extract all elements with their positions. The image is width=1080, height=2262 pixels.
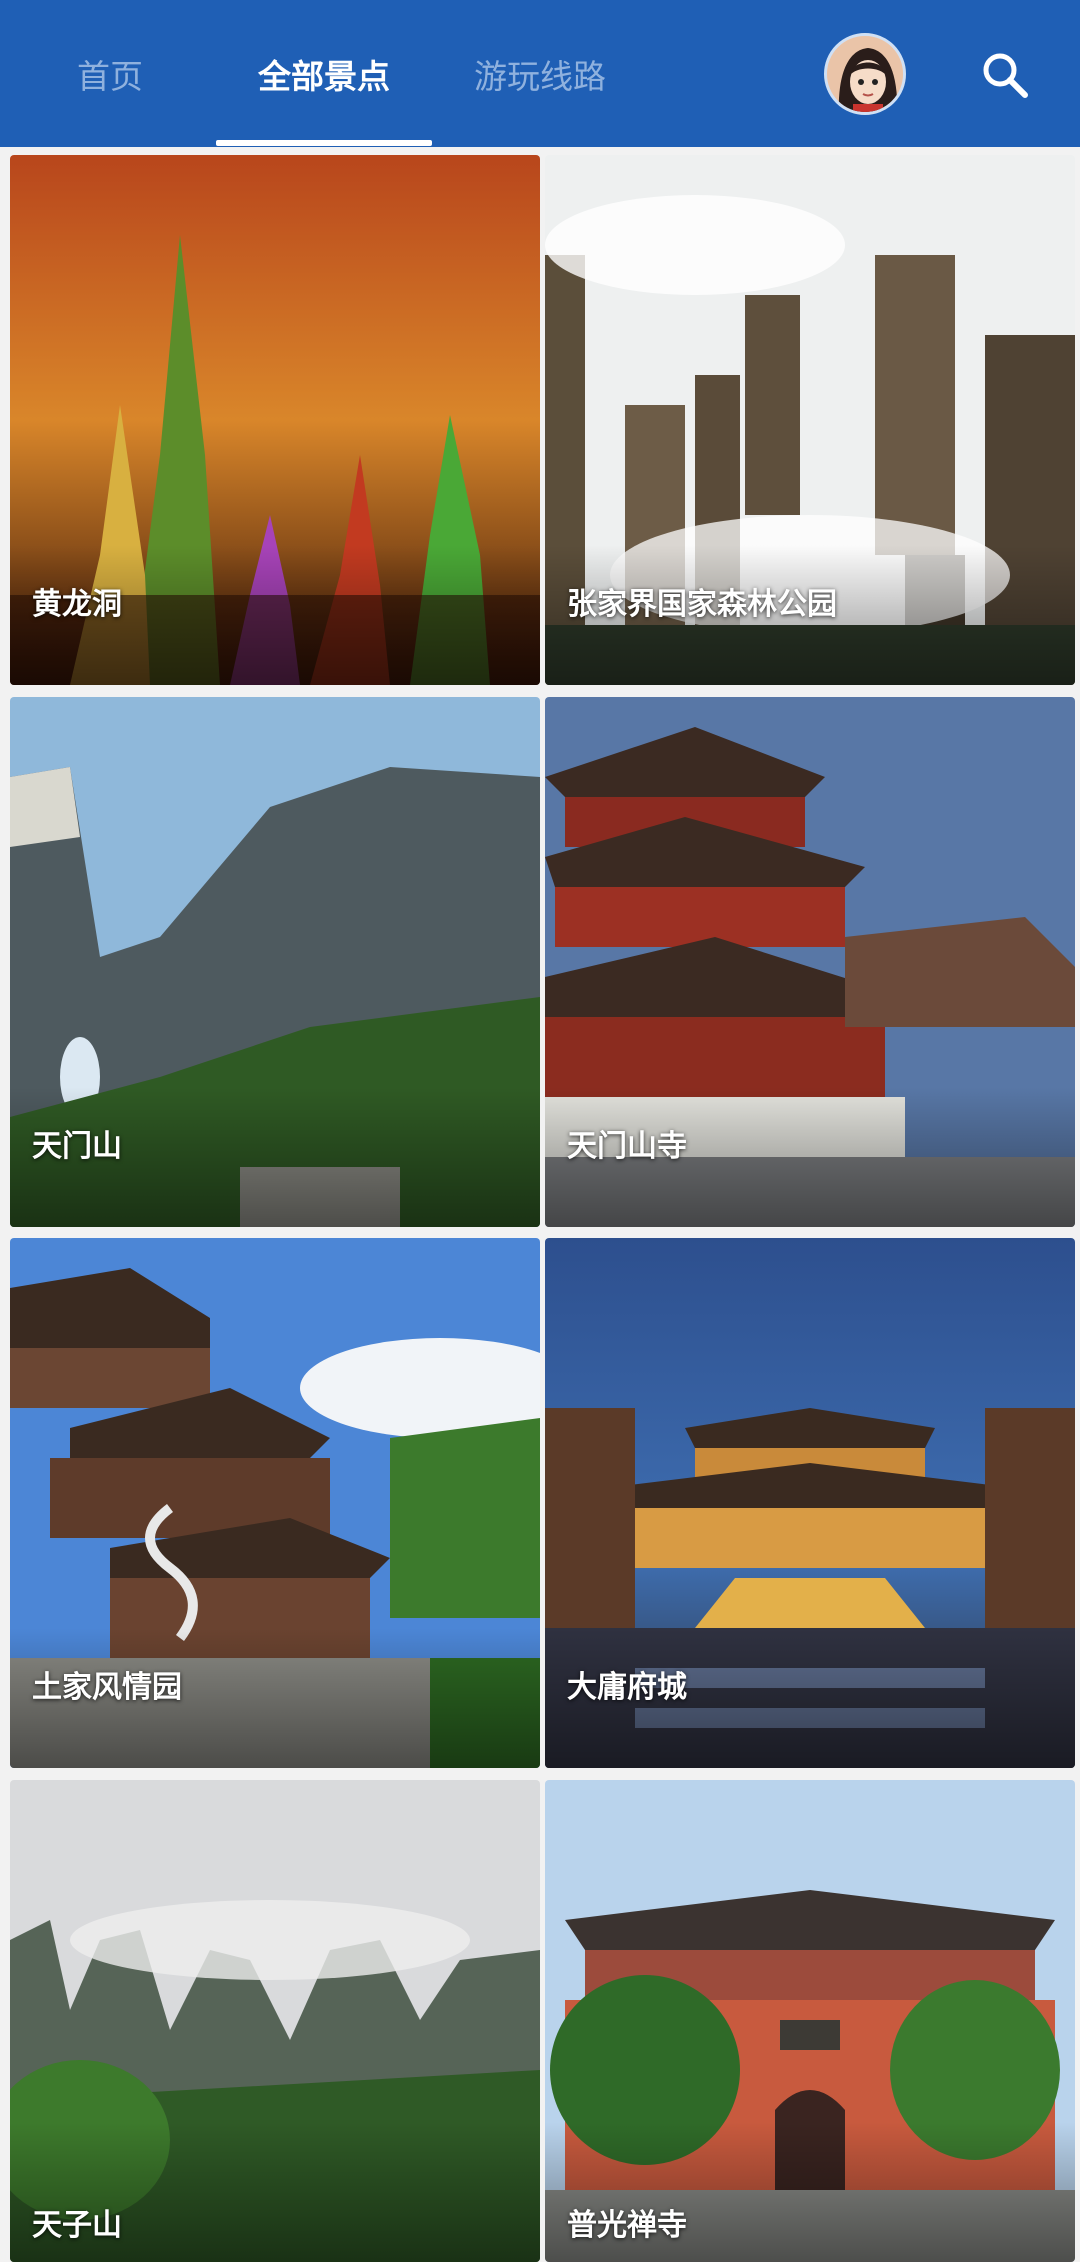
attraction-card[interactable]: 张家界国家森林公园 [545, 155, 1075, 685]
user-avatar[interactable] [824, 33, 906, 115]
attraction-card[interactable]: 大庸府城 [545, 1238, 1075, 1768]
app-root: 首页 全部景点 游玩线路 黄龙洞 张家界国家森林公园 天门山 天门山寺 土家风情… [0, 0, 1080, 2262]
attraction-name: 天门山寺 [567, 1129, 687, 1164]
attraction-name: 普光禅寺 [567, 2208, 687, 2243]
attraction-name: 张家界国家森林公园 [567, 587, 837, 622]
attraction-card[interactable]: 土家风情园 [10, 1238, 540, 1768]
attraction-name: 天门山 [32, 1129, 122, 1164]
attraction-card[interactable]: 天门山 [10, 697, 540, 1227]
attraction-card[interactable]: 黄龙洞 [10, 155, 540, 685]
active-tab-indicator [216, 140, 432, 146]
search-button[interactable] [970, 40, 1040, 110]
attraction-name: 土家风情园 [32, 1670, 182, 1705]
tab-tour-routes[interactable]: 游玩线路 [460, 0, 620, 147]
search-icon [983, 53, 1028, 98]
attraction-name: 黄龙洞 [32, 587, 122, 622]
attraction-name: 天子山 [32, 2208, 122, 2243]
attraction-name: 大庸府城 [567, 1670, 687, 1705]
attraction-card[interactable]: 普光禅寺 [545, 1780, 1075, 2262]
tab-home[interactable]: 首页 [40, 0, 180, 147]
avatar-icon [827, 36, 903, 112]
attraction-card[interactable]: 天门山寺 [545, 697, 1075, 1227]
top-nav-bar: 首页 全部景点 游玩线路 [0, 0, 1080, 147]
tab-all-attractions[interactable]: 全部景点 [216, 0, 432, 147]
attraction-card[interactable]: 天子山 [10, 1780, 540, 2262]
